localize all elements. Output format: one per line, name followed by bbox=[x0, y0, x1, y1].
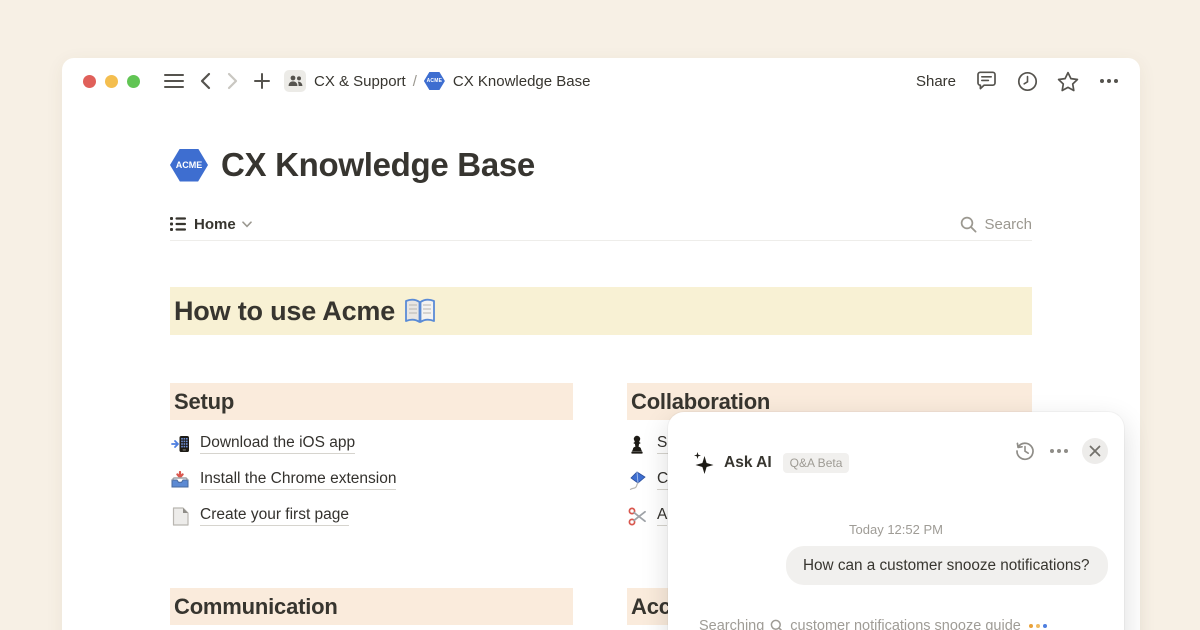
breadcrumb-separator: / bbox=[413, 73, 417, 90]
conversation-timestamp: Today 12:52 PM bbox=[668, 522, 1124, 537]
forward-icon[interactable] bbox=[227, 72, 238, 90]
share-button[interactable]: Share bbox=[916, 73, 956, 90]
breadcrumb: CX & Support / ACME CX Knowledge Base bbox=[284, 70, 590, 92]
section-title: Communication bbox=[174, 594, 338, 620]
search-icon bbox=[770, 619, 784, 630]
link-download-ios-app[interactable]: Download the iOS app bbox=[200, 434, 355, 454]
section-title: Setup bbox=[174, 389, 234, 415]
link-collaboration-2[interactable]: C bbox=[657, 470, 668, 490]
search-button[interactable]: Search bbox=[960, 216, 1032, 233]
ask-ai-panel: Ask AI Q&A Beta Today 12:52 PM How can a… bbox=[668, 412, 1124, 630]
status-prefix: Searching bbox=[699, 618, 764, 630]
section-items-setup: Download the iOS app Install the Chrome … bbox=[170, 426, 573, 534]
view-tabs: Home Search bbox=[170, 208, 1032, 241]
close-icon[interactable] bbox=[1082, 438, 1108, 464]
more-icon[interactable] bbox=[1098, 70, 1120, 92]
search-icon bbox=[960, 216, 977, 233]
favorite-star-icon[interactable] bbox=[1057, 70, 1079, 92]
section-header-setup: Setup bbox=[170, 383, 573, 420]
acme-hexagon-icon: ACME bbox=[424, 72, 445, 90]
acme-page-logo: ACME bbox=[170, 149, 208, 182]
back-icon[interactable] bbox=[200, 72, 211, 90]
banner-heading: How to use Acme bbox=[170, 287, 1032, 335]
search-label: Search bbox=[984, 216, 1032, 233]
inbox-tray-icon bbox=[170, 471, 190, 489]
open-book-icon bbox=[405, 298, 435, 324]
section-title: Collaboration bbox=[631, 389, 770, 415]
minimize-window-button[interactable] bbox=[105, 75, 118, 88]
breadcrumb-workspace[interactable]: CX & Support bbox=[314, 73, 406, 90]
list-item: Download the iOS app bbox=[170, 426, 573, 462]
history-icon[interactable] bbox=[1014, 440, 1036, 462]
status-query: customer notifications snooze guide bbox=[790, 618, 1021, 630]
breadcrumb-page[interactable]: CX Knowledge Base bbox=[453, 73, 591, 90]
app-window: CX & Support / ACME CX Knowledge Base Sh… bbox=[62, 58, 1140, 630]
chess-pawn-icon bbox=[627, 435, 647, 454]
kite-icon bbox=[627, 471, 647, 490]
comments-icon[interactable] bbox=[975, 70, 997, 92]
qa-beta-badge: Q&A Beta bbox=[783, 453, 850, 473]
chevron-down-icon[interactable] bbox=[242, 221, 252, 228]
plus-icon[interactable] bbox=[254, 73, 270, 89]
ai-more-icon[interactable] bbox=[1048, 440, 1070, 462]
link-create-first-page[interactable]: Create your first page bbox=[200, 506, 349, 526]
section-header-communication: Communication bbox=[170, 588, 573, 625]
scissors-icon bbox=[627, 507, 647, 526]
zoom-window-button[interactable] bbox=[127, 75, 140, 88]
ai-panel-title: Ask AI bbox=[724, 454, 772, 472]
desktop-background: CX & Support / ACME CX Knowledge Base Sh… bbox=[0, 0, 1200, 630]
bulleted-list-icon bbox=[170, 217, 186, 231]
section-title: Acc bbox=[631, 594, 671, 620]
link-install-chrome-extension[interactable]: Install the Chrome extension bbox=[200, 470, 396, 490]
page-header: ACME CX Knowledge Base bbox=[170, 146, 535, 184]
tab-home[interactable]: Home bbox=[194, 216, 236, 233]
list-item: Create your first page bbox=[170, 498, 573, 534]
list-item: Install the Chrome extension bbox=[170, 462, 573, 498]
ai-searching-status: Searching customer notifications snooze … bbox=[699, 618, 1047, 630]
close-window-button[interactable] bbox=[83, 75, 96, 88]
link-collaboration-3[interactable]: A bbox=[657, 506, 667, 526]
toolbar: CX & Support / ACME CX Knowledge Base Sh… bbox=[62, 58, 1140, 104]
updates-clock-icon[interactable] bbox=[1016, 70, 1038, 92]
page-curl-icon bbox=[170, 507, 190, 526]
loading-dots bbox=[1029, 624, 1047, 628]
menu-icon[interactable] bbox=[164, 74, 184, 88]
user-message-bubble: How can a customer snooze notifications? bbox=[786, 546, 1108, 585]
ai-sparkle-icon bbox=[692, 452, 714, 474]
banner-title: How to use Acme bbox=[174, 296, 395, 327]
page-title: CX Knowledge Base bbox=[221, 146, 535, 184]
teams-icon bbox=[284, 70, 306, 92]
iphone-arrow-icon bbox=[170, 435, 190, 453]
